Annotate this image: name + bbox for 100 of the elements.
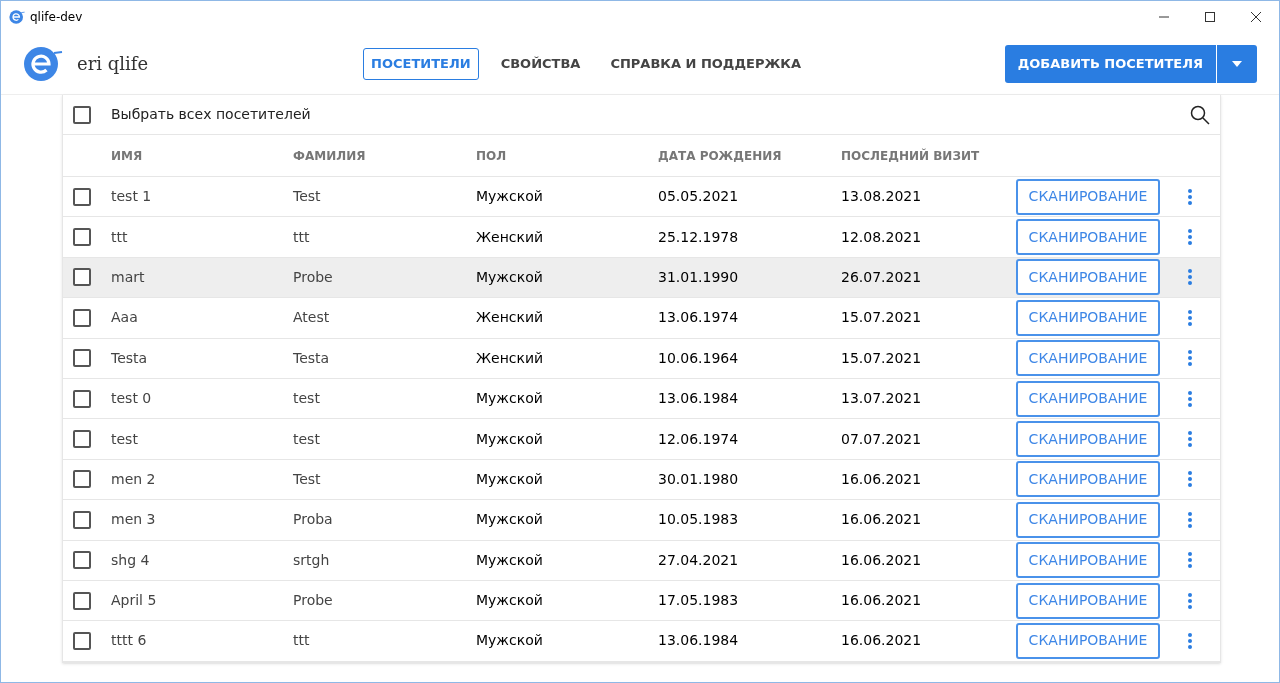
table-cell-text: 30.01.1980 [658,469,739,489]
table-cell-text: 13.06.1984 [658,631,739,651]
table-row[interactable]: mart Probe Мужской 31.01.1990 26.07.2021 СКАНИРОВАНИЕ [63,257,1220,299]
nav-tab[interactable]: СВОЙСТВА [492,47,589,80]
nav-tab[interactable]: ПОСЕТИТЕЛИ [363,47,479,80]
table-cell-text: Мужской [476,267,543,287]
table-row[interactable]: test 1 Test Мужской 05.05.2021 13.08.2021 СКАНИРОВАНИЕ [63,177,1220,218]
table-cell-text: Test [293,187,321,207]
table-cell-text: Женский [476,348,544,368]
scan-button[interactable]: СКАНИРОВАНИЕ [1016,178,1160,215]
table-cell-text: Test [293,469,321,489]
table-cell-text: ttt [293,227,310,247]
more-options-icon[interactable] [1187,268,1193,287]
table-row[interactable]: test 0 test Мужской 13.06.1984 13.07.2021 СКАНИРОВАНИЕ [63,378,1220,420]
select-all-label: Выбрать всех посетителей [111,105,311,124]
more-options-icon[interactable] [1187,430,1193,449]
table-row[interactable]: men 3 Proba Мужской 10.05.1983 16.06.2021 СКАНИРОВАНИЕ [63,500,1220,541]
checkbox[interactable] [73,591,91,610]
column-header: ПОЛ [476,147,508,165]
more-options-icon[interactable] [1187,349,1193,368]
table-cell-text: 10.06.1964 [658,348,739,368]
column-header: ДАТА РОЖДЕНИЯ [658,147,783,165]
more-options-icon[interactable] [1187,308,1193,327]
table-cell-text: 15.07.2021 [841,348,922,368]
more-options-icon[interactable] [1187,551,1193,570]
table-cell-text: Мужской [476,550,543,570]
table-cell-text: Testa [111,348,148,368]
table-cell-text: men 3 [111,510,156,530]
table-cell-text: Мужской [476,187,543,207]
checkbox[interactable] [73,105,91,124]
more-options-icon[interactable] [1187,389,1193,408]
table-row[interactable]: Aaa Atest Женский 13.06.1974 15.07.2021 СКАНИРОВАНИЕ [63,298,1220,339]
search-icon[interactable] [1190,104,1210,125]
table-row[interactable]: shg 4 srtgh Мужской 27.04.2021 16.06.2021 СКАНИРОВАНИЕ [63,540,1220,581]
scan-button[interactable]: СКАНИРОВАНИЕ [1016,219,1160,256]
checkbox[interactable] [73,632,91,650]
table-row[interactable]: April 5 Probe Мужской 17.05.1983 16.06.2021 СКАНИРОВАНИЕ [63,580,1220,622]
more-options-icon[interactable] [1187,510,1193,529]
table-cell-text: Женский [476,227,544,247]
table-cell-text: Probe [293,591,333,611]
table-cell-text: Aaa [111,308,138,328]
checkbox[interactable] [73,510,91,529]
table-cell-text: Testa [293,348,330,368]
table-row[interactable]: men 2 Test Мужской 30.01.1980 16.06.2021 СКАНИРОВАНИЕ [63,459,1220,501]
table-cell-text: 31.01.1990 [658,267,739,287]
checkbox[interactable] [73,470,91,489]
table-cell-text: ttt [111,227,128,247]
scan-button[interactable]: СКАНИРОВАНИЕ [1016,623,1160,659]
table-cell-text: Мужской [476,429,543,449]
table-cell-text: Мужской [476,389,543,409]
scan-button[interactable]: СКАНИРОВАНИЕ [1016,501,1160,538]
checkbox[interactable] [73,349,91,368]
table-row[interactable]: tttt 6 ttt Мужской 13.06.1984 16.06.2021 СКАНИРОВАНИЕ [63,621,1220,662]
table-cell-text: Женский [476,308,544,328]
scan-button[interactable]: СКАНИРОВАНИЕ [1016,582,1160,619]
more-options-icon[interactable] [1187,591,1193,610]
column-header: ФАМИЛИЯ [293,147,367,165]
add-visitor-button[interactable]: ДОБАВИТЬ ПОСЕТИТЕЛЯ [1004,44,1216,83]
more-options-icon[interactable] [1187,632,1193,650]
more-options-icon[interactable] [1187,187,1193,206]
table-cell-text: tttt 6 [111,631,147,651]
more-options-icon[interactable] [1187,470,1193,489]
scan-button[interactable]: СКАНИРОВАНИЕ [1016,380,1160,417]
scan-button[interactable]: СКАНИРОВАНИЕ [1016,542,1160,579]
checkbox[interactable] [73,187,91,206]
scan-button[interactable]: СКАНИРОВАНИЕ [1016,340,1160,377]
table-cell-text: 13.07.2021 [841,389,922,409]
scan-button[interactable]: СКАНИРОВАНИЕ [1016,299,1160,336]
table-cell-text: srtgh [293,550,330,570]
table-cell-text: 13.06.1974 [658,308,739,328]
table-cell-text: men 2 [111,469,156,489]
app-logo-icon [9,9,25,25]
scan-button[interactable]: СКАНИРОВАНИЕ [1016,421,1160,458]
dropdown-button[interactable] [1217,44,1257,83]
table-row[interactable]: Testa Testa Женский 10.06.1964 15.07.2021 СКАНИРОВАНИЕ [63,338,1220,379]
table-cell-text: Proba [293,510,333,530]
table-cell-text: ttt [293,631,310,651]
table-cell-text: 15.07.2021 [841,308,922,328]
table-cell-text: Atest [293,308,330,328]
scan-button[interactable]: СКАНИРОВАНИЕ [1016,461,1160,498]
table-cell-text: test 0 [111,389,152,409]
table-cell-text: 16.06.2021 [841,469,922,489]
window-title: qlife-dev [30,9,83,26]
table-cell-text: Мужской [476,510,543,530]
checkbox[interactable] [73,228,91,247]
table-row[interactable]: ttt ttt Женский 25.12.1978 12.08.2021 СКАНИРОВАНИЕ [63,217,1220,258]
more-options-icon[interactable] [1187,228,1193,247]
table-cell-text: 07.07.2021 [841,429,922,449]
checkbox[interactable] [73,430,91,449]
table-row[interactable]: test test Мужской 12.06.1974 07.07.2021 СКАНИРОВАНИЕ [63,419,1220,460]
caret-icon [1232,60,1242,67]
checkbox[interactable] [73,308,91,327]
checkbox[interactable] [73,268,91,287]
checkbox[interactable] [73,551,91,570]
table-cell-text: April 5 [111,591,157,611]
checkbox[interactable] [73,389,91,408]
nav-tab[interactable]: СПРАВКА И ПОДДЕРЖКА [602,47,810,80]
scan-button[interactable]: СКАНИРОВАНИЕ [1016,259,1160,296]
table-cell-text: Probe [293,267,333,287]
table-cell-text: 12.08.2021 [841,227,922,247]
